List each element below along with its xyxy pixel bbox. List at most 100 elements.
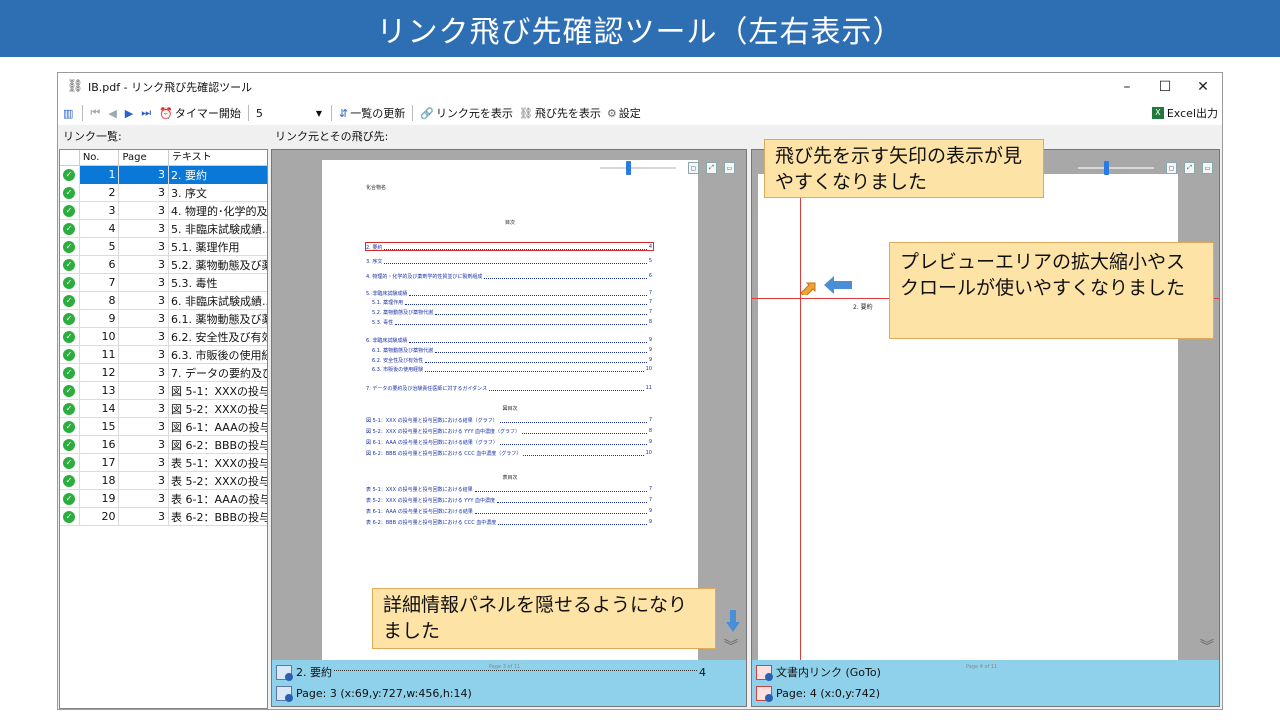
fit-width-icon[interactable]: ⤢	[706, 162, 717, 174]
prev-button[interactable]: ◀	[105, 102, 121, 124]
toc-entry[interactable]: 6. 非臨床試験成績 9	[366, 337, 652, 344]
list-item[interactable]: ✓ 7 3 5.3. 毒性	[60, 273, 267, 292]
list-item[interactable]: ✓ 203表 6-2：BBBの投与...	[60, 507, 267, 526]
page-cell: 3	[119, 219, 169, 238]
list-item[interactable]: ✓ 1036.2. 安全性及び有効...	[60, 327, 267, 346]
header-page[interactable]: Page	[119, 150, 169, 165]
list-item[interactable]: ✓ 153図 6-1：AAAの投与...	[60, 417, 267, 436]
list-item[interactable]: ✓ 936.1. 薬物動態及び薬...	[60, 309, 267, 328]
status-cell: ✓	[60, 273, 80, 292]
list-item[interactable]: ✓ 1237. データの要約及び...	[60, 363, 267, 382]
toc-entry[interactable]: 図 6-1：AAA の投与量と投与回数における結果（グラフ） 9	[366, 439, 652, 446]
toc-entry-page: 6	[648, 273, 652, 279]
list-item[interactable]: ✓ 2 3 3. 序文	[60, 183, 267, 202]
header-no[interactable]: No.	[80, 150, 120, 165]
text-value: 7. データの要約及び...	[170, 366, 267, 380]
list-item[interactable]: ✓ 193表 6-1：AAAの投与...	[60, 489, 267, 508]
fit-page-icon[interactable]: ▢	[1166, 162, 1177, 174]
check-icon: ✓	[63, 294, 75, 307]
header-text[interactable]: テキスト	[169, 150, 267, 165]
refresh-label: 一覧の更新	[350, 107, 406, 120]
timer-button[interactable]: ⏰ タイマー開始	[156, 102, 244, 124]
text-cell: 7. データの要約及び...	[169, 364, 267, 382]
toc-entry[interactable]: 表 6-2：BBB の投与量と投与回数における CCC 血中濃度 9	[366, 519, 652, 526]
toc-entry[interactable]: 図 5-1：XXX の投与量と投与回数における結果（グラフ） 7	[366, 417, 652, 424]
list-item[interactable]: ✓ 173表 5-1：XXXの投与...	[60, 453, 267, 472]
toc-entry[interactable]: 図 6-2：BBB の投与量と投与回数における CCC 血中濃度（グラフ） 10	[366, 450, 652, 457]
list-item[interactable]: ✓ 143図 5-2：XXXの投与...	[60, 399, 267, 418]
settings-label: 設定	[618, 107, 641, 120]
toc-entry[interactable]: 5.2. 薬物動態及び薬物代謝 7	[372, 309, 652, 316]
show-source-button[interactable]: 🔗 リンク元を表示	[417, 102, 516, 124]
no-cell: 20	[80, 507, 120, 526]
toc-entry[interactable]: 6.1. 薬物動態及び薬物代謝 9	[372, 347, 652, 354]
toc-entry[interactable]: 2. 要約 4	[366, 244, 652, 251]
toc-entry-text: 4. 物理的・化学的及び薬剤学的性質並びに製剤組成	[366, 274, 483, 280]
text-value: 6.2. 安全性及び有効...	[170, 330, 267, 344]
toc-entry[interactable]: 6.3. 市販後の使用経験 10	[372, 366, 652, 373]
status-cell: ✓	[60, 471, 80, 490]
toc-entry[interactable]: 5. 非臨床試験成績 7	[366, 290, 652, 297]
list-item[interactable]: ✓334. 物理的･化学的及...	[60, 201, 267, 220]
no-cell: 8	[80, 291, 120, 310]
fit-page-icon[interactable]: ▢	[688, 162, 699, 174]
toc-entry[interactable]: 5.3. 毒性 8	[372, 319, 652, 326]
list-item[interactable]: ✓ 635.2. 薬物動態及び薬...	[60, 255, 267, 274]
check-icon: ✓	[63, 420, 75, 433]
first-button[interactable]: ⏮	[87, 102, 105, 124]
interval-dropdown[interactable]: ▼	[313, 102, 327, 124]
toc-entry[interactable]: 表 5-1：XXX の投与量と投与回数における結果 7	[366, 486, 652, 493]
show-dest-button[interactable]: ⛓ 飛び先を表示	[516, 102, 604, 124]
goto-link-icon	[756, 664, 773, 681]
next-icon: ▶	[124, 106, 134, 120]
toc-entry[interactable]: 6.2. 安全性及び有効性 9	[372, 357, 652, 364]
last-button[interactable]: ⏭	[138, 102, 156, 124]
refresh-button[interactable]: ⇵ 一覧の更新	[336, 102, 408, 124]
toc-entry-text: 5.2. 薬物動態及び薬物代謝	[372, 310, 434, 316]
chain-icon: ⛓	[518, 106, 533, 120]
list-item[interactable]: ✓ 133図 5-1：XXXの投与...	[60, 381, 267, 400]
toc-entry[interactable]: 表 5-2：XXX の投与量と投与回数における YYY 血中濃度 7	[366, 497, 652, 504]
toc-entry[interactable]: 表 6-1：AAA の投与量と投与回数における結果 9	[366, 508, 652, 515]
actual-size-icon[interactable]: ▭	[1202, 162, 1213, 174]
collapse-panel-icon[interactable]: ︾	[724, 636, 738, 656]
list-item[interactable]: ✓ 5 3 5.1. 薬理作用	[60, 237, 267, 256]
list-item[interactable]: ✓ 8 3 6. 非臨床試験成績...	[60, 291, 267, 310]
status-cell: ✓	[60, 219, 80, 238]
list-item[interactable]: ✓ 183表 5-2：XXXの投与...	[60, 471, 267, 490]
source-zoom-knob[interactable]	[626, 161, 631, 175]
fit-width-icon[interactable]: ⤢	[1184, 162, 1195, 174]
toc-entry[interactable]: 4. 物理的・化学的及び薬剤学的性質並びに製剤組成 6	[366, 273, 652, 280]
toc-entry-page: 10	[645, 366, 652, 372]
banner-title: リンク飛び先確認ツール（左右表示）	[376, 14, 904, 50]
grid-icon: ▥	[63, 106, 74, 120]
excel-export-button[interactable]: X Excel出力	[1151, 103, 1218, 123]
minimize-button[interactable]: –	[1108, 73, 1146, 101]
status-cell: ✓	[60, 309, 80, 328]
toolbar-separator	[247, 105, 249, 121]
close-button[interactable]: ✕	[1184, 73, 1222, 101]
dest-zoom-knob[interactable]	[1104, 161, 1109, 175]
list-item[interactable]: ✓ 163図 6-2：BBBの投与...	[60, 435, 267, 454]
dest-zoom-slider[interactable]	[1078, 161, 1154, 175]
toc-entry-page: 7	[648, 417, 652, 423]
toc-entry[interactable]: 3. 序文 5	[366, 258, 652, 265]
list-item[interactable]: ✓ 1 3 2. 要約	[60, 165, 267, 184]
toc-entry[interactable]: 7. データの要約及び治験責任医師に対するガイダンス 11	[366, 385, 652, 392]
status-cell: ✓	[60, 255, 80, 274]
settings-button[interactable]: ⚙ 設定	[604, 102, 644, 124]
next-button[interactable]: ▶	[122, 102, 138, 124]
text-cell: 6. 非臨床試験成績...	[169, 292, 267, 310]
collapse-panel-icon[interactable]: ︾	[1200, 636, 1214, 656]
toc-entry[interactable]: 5.1. 薬理作用 7	[372, 299, 652, 306]
link-list[interactable]: No. Page テキスト ✓ 1 3 2. 要約 ✓ 2 3 3. 序文 ✓ 3 3 4. 物理的･…	[59, 149, 268, 709]
list-item[interactable]: ✓ 1136.3. 市販後の使用経...	[60, 345, 267, 364]
toc-entry[interactable]: 図 5-2：XXX の投与量と投与回数における YYY 血中濃度（グラフ） 8	[366, 428, 652, 435]
interval-input[interactable]: 5	[253, 102, 313, 124]
maximize-button[interactable]: ☐	[1146, 73, 1184, 101]
actual-size-icon[interactable]: ▭	[724, 162, 735, 174]
list-item[interactable]: ✓ 4 3 5. 非臨床試験成績...	[60, 219, 267, 238]
source-zoom-slider[interactable]	[600, 161, 676, 175]
dest-preview-pane[interactable]: 2. 要約 ▢ ⤢ ▭ ︾ Page 4 of 11 文書内リンク (GoTo)…	[751, 149, 1220, 707]
list-view-button[interactable]: ▥	[60, 102, 78, 124]
